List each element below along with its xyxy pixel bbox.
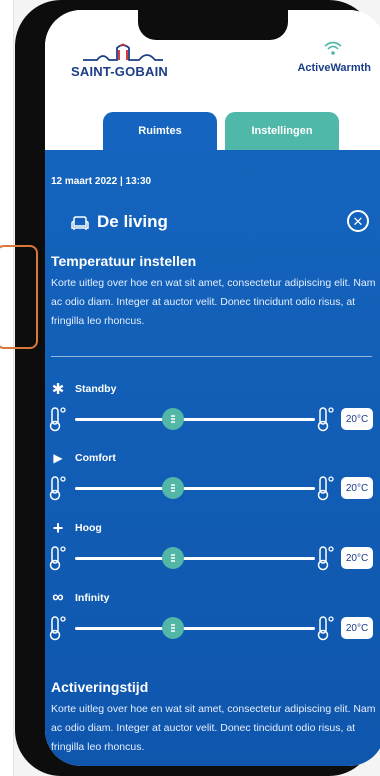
thermometer-high-icon — [317, 476, 334, 501]
temperature-value-badge[interactable]: 20°C — [341, 547, 373, 569]
phone-frame: SAINT-GOBAIN ActiveWarmth Ruimtes Instel… — [15, 0, 380, 776]
temperature-slider-handle[interactable] — [162, 617, 185, 639]
tab-ruimtes-label: Ruimtes — [138, 125, 182, 137]
activation-section-description: Korte uitleg over hoe en wat sit amet, c… — [51, 703, 376, 753]
temperature-section-description: Korte uitleg over hoe en wat sit amet, c… — [51, 277, 376, 327]
plus-icon: + — [52, 518, 64, 538]
close-icon: ✕ — [352, 213, 364, 229]
temperature-value-badge[interactable]: 20°C — [341, 408, 373, 430]
mode-row-comfort: ▶ Comfort 20°C — [45, 451, 380, 511]
brand-product-name: ActiveWarmth — [297, 62, 371, 74]
mode-row-infinity: ∞ Infinity 20°C — [45, 589, 380, 651]
grip-icon — [171, 623, 176, 633]
mode-row-hoog: + Hoog 20°C — [45, 518, 380, 581]
thermometer-high-icon — [317, 407, 334, 432]
section-divider — [51, 356, 372, 357]
thermometer-low-icon — [49, 407, 66, 432]
sofa-icon — [71, 216, 89, 230]
thermometer-low-icon — [49, 476, 66, 501]
tab-ruimtes[interactable]: Ruimtes — [103, 112, 217, 150]
temperature-value-badge[interactable]: 20°C — [341, 477, 373, 499]
temperature-slider-handle[interactable] — [162, 477, 185, 499]
phone-notch — [138, 10, 288, 40]
mode-label-infinity: Infinity — [75, 592, 110, 604]
play-icon: ▶ — [53, 451, 63, 465]
mode-row-standby: ✱ Standby 20°C — [45, 382, 380, 442]
mode-label-standby: Standby — [75, 383, 117, 395]
saint-gobain-logo: SAINT-GOBAIN — [71, 36, 181, 82]
thermometer-low-icon — [49, 546, 66, 571]
temperature-value-badge[interactable]: 20°C — [341, 617, 373, 639]
room-title: De living — [97, 212, 168, 231]
thermometer-high-icon — [317, 546, 334, 571]
temperature-slider-track[interactable] — [75, 557, 315, 560]
snowflake-icon: ✱ — [51, 380, 65, 398]
thermometer-low-icon — [49, 616, 66, 641]
infinity-icon: ∞ — [52, 589, 64, 606]
temperature-slider-handle[interactable] — [162, 547, 185, 569]
grip-icon — [171, 483, 176, 493]
mode-label-hoog: Hoog — [75, 522, 102, 534]
grip-icon — [171, 414, 176, 424]
room-panel: 12 maart 2022 | 13:30 De living ✕ Temper… — [45, 150, 380, 766]
thermometer-high-icon — [317, 616, 334, 641]
temperature-slider-track[interactable] — [75, 487, 315, 490]
activation-section-title: Activeringstijd — [51, 679, 149, 695]
highlight-box — [0, 245, 38, 349]
datetime-label: 12 maart 2022 | 13:30 — [51, 176, 152, 187]
close-button[interactable]: ✕ — [347, 210, 369, 232]
phone-screen: SAINT-GOBAIN ActiveWarmth Ruimtes Instel… — [45, 10, 380, 766]
brand-company-name: SAINT-GOBAIN — [71, 64, 169, 79]
tab-instellingen-label: Instellingen — [251, 125, 313, 137]
temperature-section-title: Temperatuur instellen — [51, 253, 197, 269]
activewarmth-logo: ActiveWarmth — [261, 40, 371, 82]
grip-icon — [171, 553, 176, 563]
wifi-icon — [324, 41, 342, 55]
mode-label-comfort: Comfort — [75, 452, 116, 464]
temperature-slider-track[interactable] — [75, 418, 315, 421]
left-background-strip — [0, 0, 14, 776]
tab-instellingen[interactable]: Instellingen — [225, 112, 339, 150]
saint-gobain-mark-icon — [83, 43, 163, 61]
temperature-slider-track[interactable] — [75, 627, 315, 630]
temperature-slider-handle[interactable] — [162, 408, 185, 430]
